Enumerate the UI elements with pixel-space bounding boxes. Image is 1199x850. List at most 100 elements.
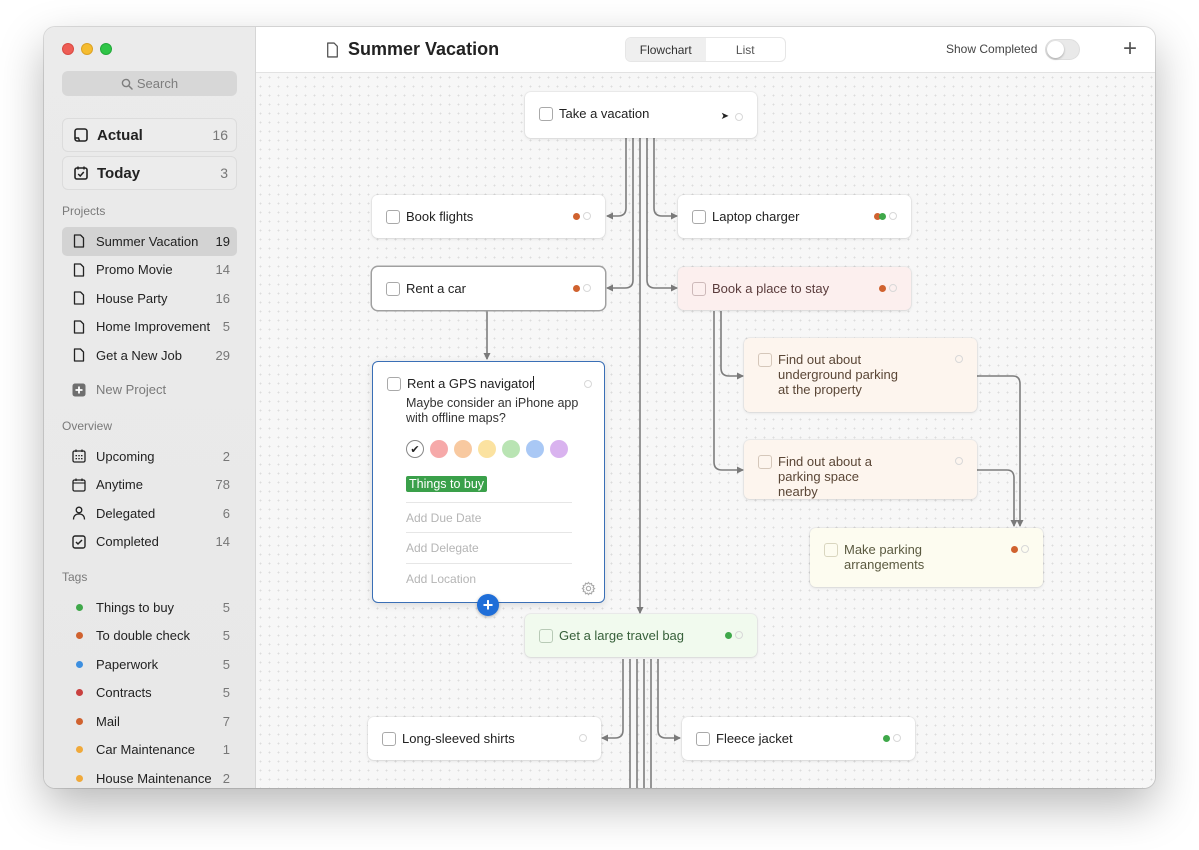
color-swatch-yellow[interactable] [478, 440, 496, 458]
editor-note-input[interactable]: Maybe consider an iPhone app with offlin… [406, 396, 586, 426]
task-markers [883, 734, 901, 742]
task-card-rent-a-car[interactable]: Rent a car [372, 267, 605, 310]
tag-dot-icon [879, 212, 886, 220]
search-input[interactable]: Search [62, 71, 237, 96]
zoom-window-button[interactable] [100, 43, 112, 55]
plus-square-icon [72, 383, 86, 397]
sidebar-item-delegated[interactable]: Delegated 6 [62, 499, 237, 528]
task-checkbox[interactable] [692, 210, 706, 224]
status-circle-icon [583, 284, 591, 292]
tab-flowchart[interactable]: Flowchart [626, 38, 706, 61]
task-checkbox[interactable] [382, 732, 396, 746]
task-checkbox[interactable] [824, 543, 838, 557]
task-card-book-flights[interactable]: Book flights [372, 195, 605, 238]
color-swatch-red[interactable] [430, 440, 448, 458]
task-markers [725, 631, 743, 639]
search-placeholder: Search [136, 76, 179, 91]
gear-icon[interactable] [581, 581, 596, 596]
connector-laptop [653, 136, 678, 220]
task-checkbox[interactable] [539, 629, 553, 643]
task-editor-rent-gps[interactable]: Rent a GPS navigator Maybe consider an i… [372, 361, 605, 603]
color-swatch-blue[interactable] [526, 440, 544, 458]
minimize-window-button[interactable] [81, 43, 93, 55]
project-count: 16 [215, 290, 230, 306]
sidebar-item-today[interactable]: Today 3 [62, 156, 237, 190]
task-title: Fleece jacket [716, 731, 793, 746]
sidebar-tag-mail[interactable]: Mail 7 [62, 707, 237, 736]
tab-list[interactable]: List [706, 38, 786, 61]
task-checkbox[interactable] [539, 107, 553, 121]
task-card-make-parking-arrangements[interactable]: Make parking arrangements [810, 528, 1043, 587]
task-card-travel-bag[interactable]: Get a large travel bag [525, 614, 757, 657]
sidebar-item-actual[interactable]: Actual 16 [62, 118, 237, 152]
add-subtask-button[interactable]: + [477, 594, 499, 616]
task-markers [573, 212, 591, 220]
tag-label: Paperwork [96, 656, 159, 672]
sidebar-item-get-a-new-job[interactable]: Get a New Job 29 [62, 341, 237, 370]
tags-heading: Tags [62, 570, 88, 584]
color-swatch-purple[interactable] [550, 440, 568, 458]
task-card-fleece-jacket[interactable]: Fleece jacket [682, 717, 915, 760]
task-checkbox[interactable] [386, 282, 400, 296]
task-checkbox[interactable] [692, 282, 706, 296]
color-swatch-none[interactable]: ✔ [406, 440, 424, 458]
sidebar-item-promo-movie[interactable]: Promo Movie 14 [62, 256, 237, 285]
task-card-underground-parking[interactable]: Find out about underground parking at th… [744, 338, 977, 412]
tag-color-dot-icon [72, 771, 86, 785]
task-card-laptop-charger[interactable]: Laptop charger [678, 195, 911, 238]
connector-rent-car [606, 136, 634, 292]
task-card-parking-nearby[interactable]: Find out about a parking space nearby [744, 440, 977, 499]
show-completed-toggle[interactable] [1045, 39, 1080, 60]
task-checkbox[interactable] [758, 455, 772, 469]
sidebar-item-anytime[interactable]: Anytime 78 [62, 471, 237, 500]
task-card-book-a-place-to-stay[interactable]: Book a place to stay [678, 267, 911, 310]
connector-nearby-arrange [976, 469, 1018, 527]
task-checkbox[interactable] [696, 732, 710, 746]
connector-long-sleeved [601, 659, 624, 742]
sidebar-tag-car-maintenance[interactable]: Car Maintenance 1 [62, 736, 237, 765]
task-card-take-a-vacation[interactable]: Take a vacation ➤ [525, 92, 757, 138]
overview-count: 6 [222, 505, 230, 521]
sidebar-tag-contracts[interactable]: Contracts 5 [62, 679, 237, 708]
sidebar: Search Actual 16 Today 3 Projects Summer… [44, 27, 256, 788]
close-window-button[interactable] [62, 43, 74, 55]
sidebar-item-home-improvement[interactable]: Home Improvement 5 [62, 313, 237, 342]
overview-label: Completed [96, 534, 159, 550]
location-arrow-icon: ➤ [720, 111, 729, 122]
due-date-field[interactable]: Add Due Date [406, 502, 572, 525]
editor-title-input[interactable]: Rent a GPS navigator [407, 376, 535, 391]
tag-dot-icon [573, 212, 580, 220]
flowchart-canvas[interactable]: Take a vacation ➤ Book flights Laptop ch… [256, 73, 1155, 788]
add-task-button[interactable]: + [1121, 37, 1139, 61]
tag-dot-icon [725, 631, 732, 639]
task-checkbox[interactable] [387, 376, 401, 391]
page-title: Summer Vacation [326, 39, 499, 60]
sidebar-tag-to-double-check[interactable]: To double check 5 [62, 622, 237, 651]
connector-fleece [657, 659, 681, 742]
sidebar-item-completed[interactable]: Completed 14 [62, 528, 237, 557]
task-checkbox[interactable] [758, 353, 772, 367]
location-field[interactable]: Add Location [406, 563, 572, 586]
toggle-knob [1047, 41, 1064, 58]
task-card-long-sleeved-shirts[interactable]: Long-sleeved shirts [368, 717, 601, 760]
sidebar-item-upcoming[interactable]: Upcoming 2 [62, 442, 237, 471]
sidebar-tag-paperwork[interactable]: Paperwork 5 [62, 650, 237, 679]
color-swatch-orange[interactable] [454, 440, 472, 458]
new-project-button[interactable]: New Project [62, 376, 237, 405]
delegate-field[interactable]: Add Delegate [406, 532, 572, 555]
color-swatch-green[interactable] [502, 440, 520, 458]
task-checkbox[interactable] [386, 210, 400, 224]
task-title: Get a large travel bag [559, 628, 685, 643]
task-title: Book a place to stay [712, 281, 830, 296]
sidebar-tag-things-to-buy[interactable]: Things to buy 5 [62, 593, 237, 622]
tag-label: Contracts [96, 685, 152, 701]
projects-list: Summer Vacation 19 Promo Movie 14 House … [62, 227, 237, 404]
tag-label: House Maintenance [96, 770, 212, 786]
status-circle-icon [735, 112, 743, 121]
tag-chip-things-to-buy[interactable]: Things to buy [406, 476, 488, 492]
sidebar-item-house-party[interactable]: House Party 16 [62, 284, 237, 313]
app-window: Search Actual 16 Today 3 Projects Summer… [44, 27, 1155, 788]
sidebar-tag-house-maintenance[interactable]: House Maintenance 2 [62, 764, 237, 788]
sidebar-item-summer-vacation[interactable]: Summer Vacation 19 [62, 227, 237, 256]
tag-count: 2 [222, 770, 230, 786]
